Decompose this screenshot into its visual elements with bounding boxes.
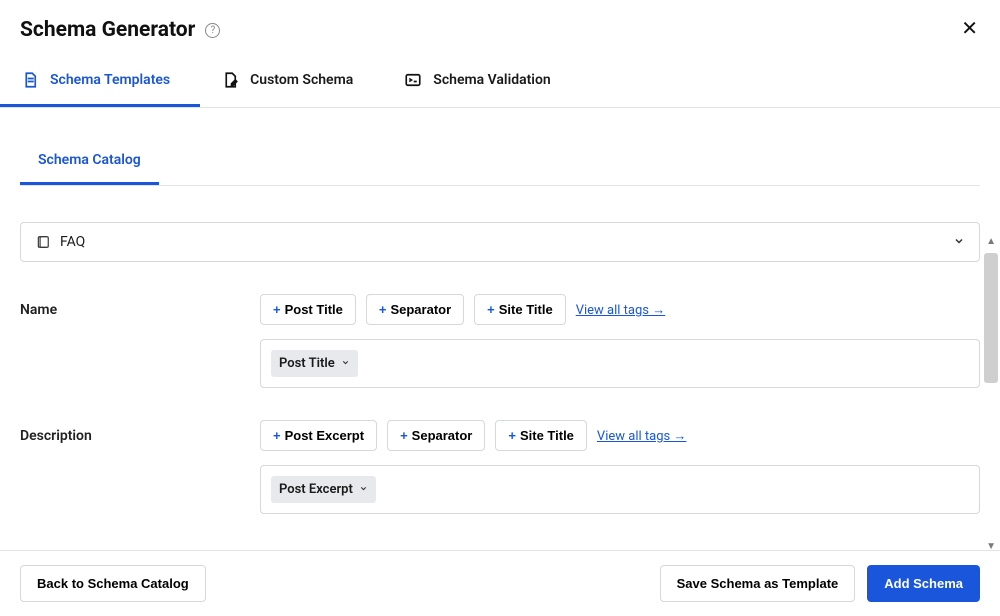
- plus-icon: +: [379, 302, 387, 317]
- plus-icon: +: [400, 428, 408, 443]
- terminal-icon: [403, 70, 423, 90]
- chevron-down-icon: [341, 358, 350, 370]
- field-row-name: Name +Post Title +Separator +Site Title …: [20, 294, 980, 388]
- tab-label: Schema Validation: [433, 72, 550, 88]
- tab-schema-templates[interactable]: Schema Templates: [0, 56, 200, 107]
- tab-label: Schema Templates: [50, 72, 170, 88]
- modal-header: Schema Generator ? ✕: [0, 0, 1000, 56]
- plus-icon: +: [273, 302, 281, 317]
- chip-label: Post Title: [279, 356, 335, 371]
- field-content-name: +Post Title +Separator +Site Title View …: [260, 294, 980, 388]
- name-input[interactable]: Post Title: [260, 339, 980, 388]
- chevron-down-icon: [953, 235, 965, 250]
- add-schema-button[interactable]: Add Schema: [867, 565, 980, 602]
- chip-post-title[interactable]: Post Title: [271, 350, 358, 377]
- faq-icon: [35, 235, 50, 250]
- field-row-description: Description +Post Excerpt +Separator +Si…: [20, 420, 980, 514]
- plus-icon: +: [487, 302, 495, 317]
- tab-label: Custom Schema: [250, 72, 353, 88]
- document-icon: [20, 70, 40, 90]
- tag-post-excerpt[interactable]: +Post Excerpt: [260, 420, 377, 451]
- tag-site-title[interactable]: +Site Title: [495, 420, 587, 451]
- sub-tab-schema-catalog[interactable]: Schema Catalog: [20, 138, 159, 185]
- schema-type-select[interactable]: FAQ: [20, 222, 980, 262]
- chevron-down-icon: [359, 484, 368, 496]
- main-tabs: Schema Templates Custom Schema Schema Va…: [0, 56, 1000, 108]
- plus-icon: +: [273, 428, 281, 443]
- schema-select-value: FAQ: [60, 234, 953, 250]
- description-input[interactable]: Post Excerpt: [260, 465, 980, 514]
- chip-label: Post Excerpt: [279, 482, 353, 497]
- scrollbar-thumb[interactable]: [984, 253, 998, 383]
- content-scroll-area[interactable]: Schema Catalog FAQ Name +Post Title +Sep…: [0, 108, 1000, 548]
- scroll-up-icon: ▲: [986, 236, 996, 247]
- close-icon: ✕: [961, 18, 978, 40]
- tag-suggestions-description: +Post Excerpt +Separator +Site Title Vie…: [260, 420, 980, 451]
- chip-post-excerpt[interactable]: Post Excerpt: [271, 476, 376, 503]
- document-edit-icon: [220, 70, 240, 90]
- help-icon[interactable]: ?: [205, 23, 220, 38]
- back-button[interactable]: Back to Schema Catalog: [20, 565, 206, 602]
- sub-tabs: Schema Catalog: [20, 138, 980, 186]
- tag-separator[interactable]: +Separator: [387, 420, 485, 451]
- view-all-tags-link[interactable]: View all tags →: [576, 302, 666, 318]
- tag-separator[interactable]: +Separator: [366, 294, 464, 325]
- field-content-description: +Post Excerpt +Separator +Site Title Vie…: [260, 420, 980, 514]
- plus-icon: +: [508, 428, 516, 443]
- field-label-name: Name: [20, 294, 260, 388]
- tag-post-title[interactable]: +Post Title: [260, 294, 356, 325]
- view-all-tags-link[interactable]: View all tags →: [597, 428, 687, 444]
- tab-custom-schema[interactable]: Custom Schema: [200, 56, 383, 107]
- save-template-button[interactable]: Save Schema as Template: [660, 565, 856, 602]
- page-title: Schema Generator: [20, 18, 195, 42]
- tab-schema-validation[interactable]: Schema Validation: [383, 56, 580, 107]
- modal-footer: Back to Schema Catalog Save Schema as Te…: [0, 550, 1000, 616]
- field-label-description: Description: [20, 420, 260, 514]
- tag-site-title[interactable]: +Site Title: [474, 294, 566, 325]
- close-button[interactable]: ✕: [957, 12, 982, 45]
- tag-suggestions-name: +Post Title +Separator +Site Title View …: [260, 294, 980, 325]
